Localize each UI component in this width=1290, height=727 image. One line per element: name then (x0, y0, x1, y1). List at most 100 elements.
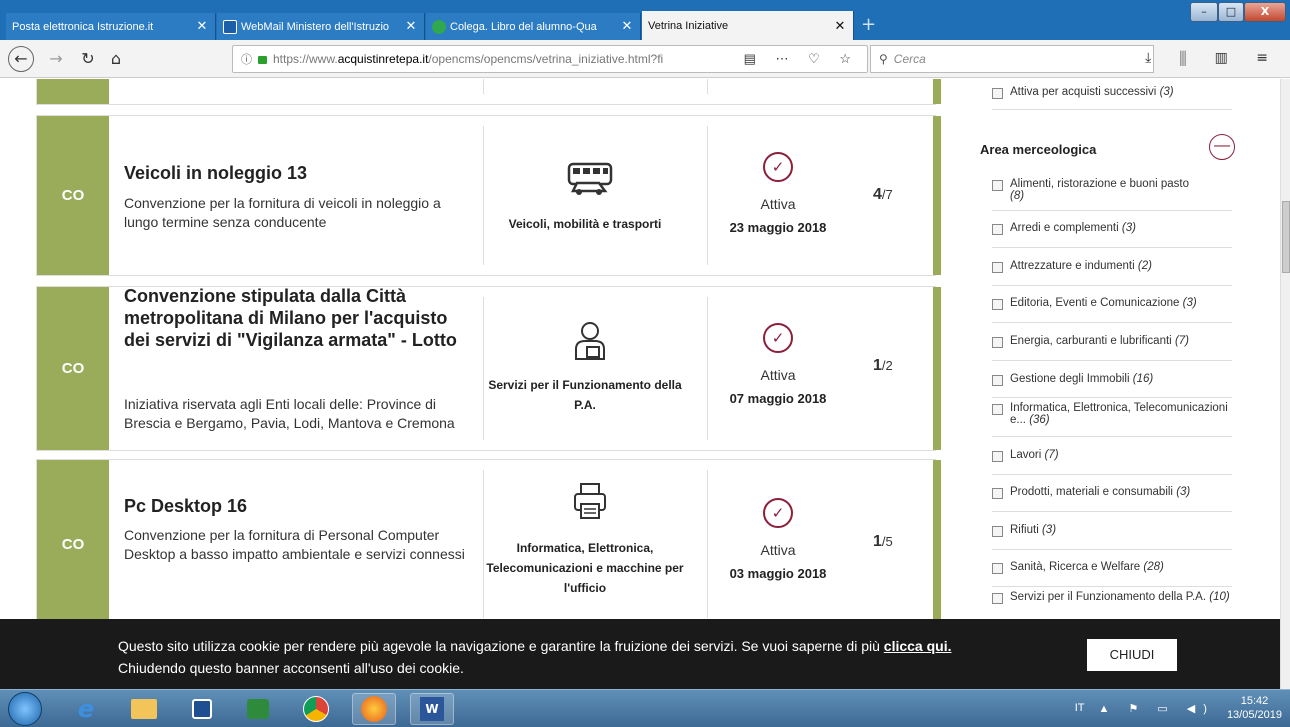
divider (992, 549, 1232, 550)
media-player-icon[interactable] (180, 693, 224, 725)
filter-checkbox[interactable]: Prodotti, materiali e consumabili (3) (992, 486, 1232, 499)
scrollbar-thumb[interactable] (1282, 201, 1290, 273)
count-current: 1 (873, 357, 882, 374)
filter-checkbox[interactable]: Editoria, Eventi e Comunicazione (3) (992, 297, 1232, 310)
divider (483, 297, 484, 440)
filter-checkbox[interactable]: Lavori (7) (992, 449, 1232, 462)
filter-checkbox[interactable]: Attrezzature e indumenti (2) (992, 260, 1232, 273)
card-title[interactable]: Convenzione stipulata dalla Città metrop… (124, 285, 469, 351)
tab-close-icon[interactable]: ✕ (404, 19, 418, 34)
tab-posta-elettronica[interactable]: Posta elettronica Istruzione.it ✕ (6, 13, 216, 40)
tab-colega[interactable]: Colega. Libro del alumno-Qua ✕ (426, 13, 641, 40)
filter-checkbox[interactable]: Gestione degli Immobili (16) (992, 373, 1232, 386)
forward-arrow-icon[interactable]: → (44, 48, 68, 72)
site-info-icon[interactable]: ⓘ (241, 51, 252, 67)
new-tab-button[interactable]: + (861, 14, 876, 35)
language-indicator[interactable]: IT (1075, 702, 1085, 714)
initiative-card[interactable]: CO Convenzione stipulata dalla Città met… (36, 285, 941, 451)
filter-checkbox[interactable]: Arredi e complementi (3) (992, 222, 1232, 235)
filter-label: Editoria, Eventi e Comunicazione (3) (1010, 297, 1197, 309)
checkbox[interactable] (992, 488, 1003, 499)
webmail-favicon-icon (223, 19, 237, 34)
checkbox[interactable] (992, 593, 1003, 604)
filter-checkbox[interactable]: Rifiuti (3) (992, 524, 1232, 537)
checkbox[interactable] (992, 299, 1003, 310)
internet-explorer-icon[interactable]: e (64, 693, 108, 725)
search-input[interactable]: ⚲ Cerca (870, 45, 1154, 73)
collapse-minus-icon[interactable]: — (1209, 134, 1235, 160)
filter-label: Arredi e complementi (3) (1010, 222, 1136, 234)
count-current: 4 (873, 186, 882, 203)
checkbox[interactable] (992, 337, 1003, 348)
chrome-icon[interactable] (294, 693, 338, 725)
maximize-button[interactable]: □ (1218, 2, 1244, 22)
divider (992, 586, 1232, 587)
cookie-close-button[interactable]: CHIUDI (1087, 639, 1177, 671)
start-button-icon[interactable] (8, 692, 42, 726)
clock-time: 15:42 (1240, 695, 1269, 707)
card-title[interactable]: Veicoli in noleggio 13 (124, 162, 469, 184)
filter-checkbox[interactable]: Energia, carburanti e lubrificanti (7) (992, 335, 1232, 348)
page-actions-icons[interactable]: ▤ ⋯ ♡ ☆ (744, 51, 859, 67)
divider (483, 470, 484, 618)
close-window-button[interactable]: X (1244, 2, 1286, 22)
checkbox[interactable] (992, 88, 1003, 99)
divider (992, 322, 1232, 323)
checkbox[interactable] (992, 451, 1003, 462)
url-bar[interactable]: ⓘ https://www. acquistinretepa.it/opencms… (232, 45, 868, 73)
url-prefix: https://www. (273, 52, 338, 66)
lock-icon (258, 56, 267, 64)
tab-close-icon[interactable]: ✕ (620, 19, 634, 34)
filter-checkbox[interactable]: Servizi per il Funzionamento della P.A. … (992, 591, 1232, 604)
card-title[interactable]: Pc Desktop 16 (124, 495, 469, 517)
divider (992, 210, 1232, 211)
filter-label: Sanità, Ricerca e Welfare (28) (1010, 561, 1164, 573)
area-merceologica-heading: Area merceologica (980, 142, 1097, 157)
card-tag (37, 79, 109, 104)
checkbox[interactable] (992, 262, 1003, 273)
tab-webmail[interactable]: WebMail Ministero dell'Istruzio ✕ (217, 13, 425, 40)
camtasia-icon[interactable] (236, 693, 280, 725)
tab-close-icon[interactable]: ✕ (833, 19, 847, 34)
filter-checkbox[interactable]: Informatica, Elettronica, Telecomunicazi… (992, 402, 1232, 426)
file-explorer-icon[interactable] (122, 693, 166, 725)
clock[interactable]: 15:42 13/05/2019 (1227, 694, 1282, 722)
windows-taskbar: e W IT ▲ ⚑ ▭ ◀) 15:42 13/05/2019 (0, 689, 1290, 727)
checkbox[interactable] (992, 375, 1003, 386)
initiative-card[interactable]: CO Veicoli in noleggio 13 Convenzione pe… (36, 115, 941, 276)
filter-checkbox[interactable]: Sanità, Ricerca e Welfare (28) (992, 561, 1232, 574)
divider (992, 247, 1232, 248)
toolbar-icons[interactable]: ⤓ ⫼ ▥ ≡ (1145, 50, 1280, 66)
initiative-card[interactable]: CO Pc Desktop 16 Convenzione per la forn… (36, 459, 941, 619)
minimize-button[interactable]: – (1190, 2, 1218, 22)
back-arrow-icon[interactable]: ← (8, 46, 34, 72)
checkbox[interactable] (992, 404, 1003, 415)
home-icon[interactable]: ⌂ (104, 48, 128, 72)
card-accent-bar (933, 79, 941, 104)
divider (483, 126, 484, 265)
card-accent-bar (933, 116, 941, 275)
checkbox[interactable] (992, 526, 1003, 537)
person-service-icon (575, 322, 605, 360)
card-date: 23 maggio 2018 (729, 220, 827, 235)
tray-icons[interactable]: ▲ ⚑ ▭ ◀) (1099, 702, 1215, 715)
tab-title: Posta elettronica Istruzione.it (12, 20, 154, 33)
checkbox[interactable] (992, 224, 1003, 235)
firefox-icon[interactable] (352, 693, 396, 725)
tab-close-icon[interactable]: ✕ (195, 19, 209, 34)
checkbox[interactable] (992, 563, 1003, 574)
tab-vetrina-iniziative[interactable]: Vetrina Iniziative ✕ (642, 11, 854, 41)
browser-tab-strip: Posta elettronica Istruzione.it ✕ WebMai… (0, 0, 1290, 41)
filter-checkbox-attiva[interactable]: Attiva per acquisti successivi (3) (992, 86, 1232, 99)
checkbox[interactable] (992, 180, 1003, 191)
card-tag: CO (37, 287, 109, 450)
count-total: /5 (881, 534, 893, 549)
check-circle-icon: ✓ (763, 323, 793, 353)
filter-checkbox[interactable]: Alimenti, ristorazione e buoni pasto (8) (992, 178, 1232, 202)
page-scrollbar[interactable] (1280, 79, 1290, 689)
cookie-info-link[interactable]: clicca qui. (884, 638, 952, 654)
card-description: Convenzione per la fornitura di Personal… (124, 527, 465, 562)
reload-icon[interactable]: ↻ (76, 48, 100, 72)
word-icon[interactable]: W (410, 693, 454, 725)
divider (707, 79, 708, 94)
